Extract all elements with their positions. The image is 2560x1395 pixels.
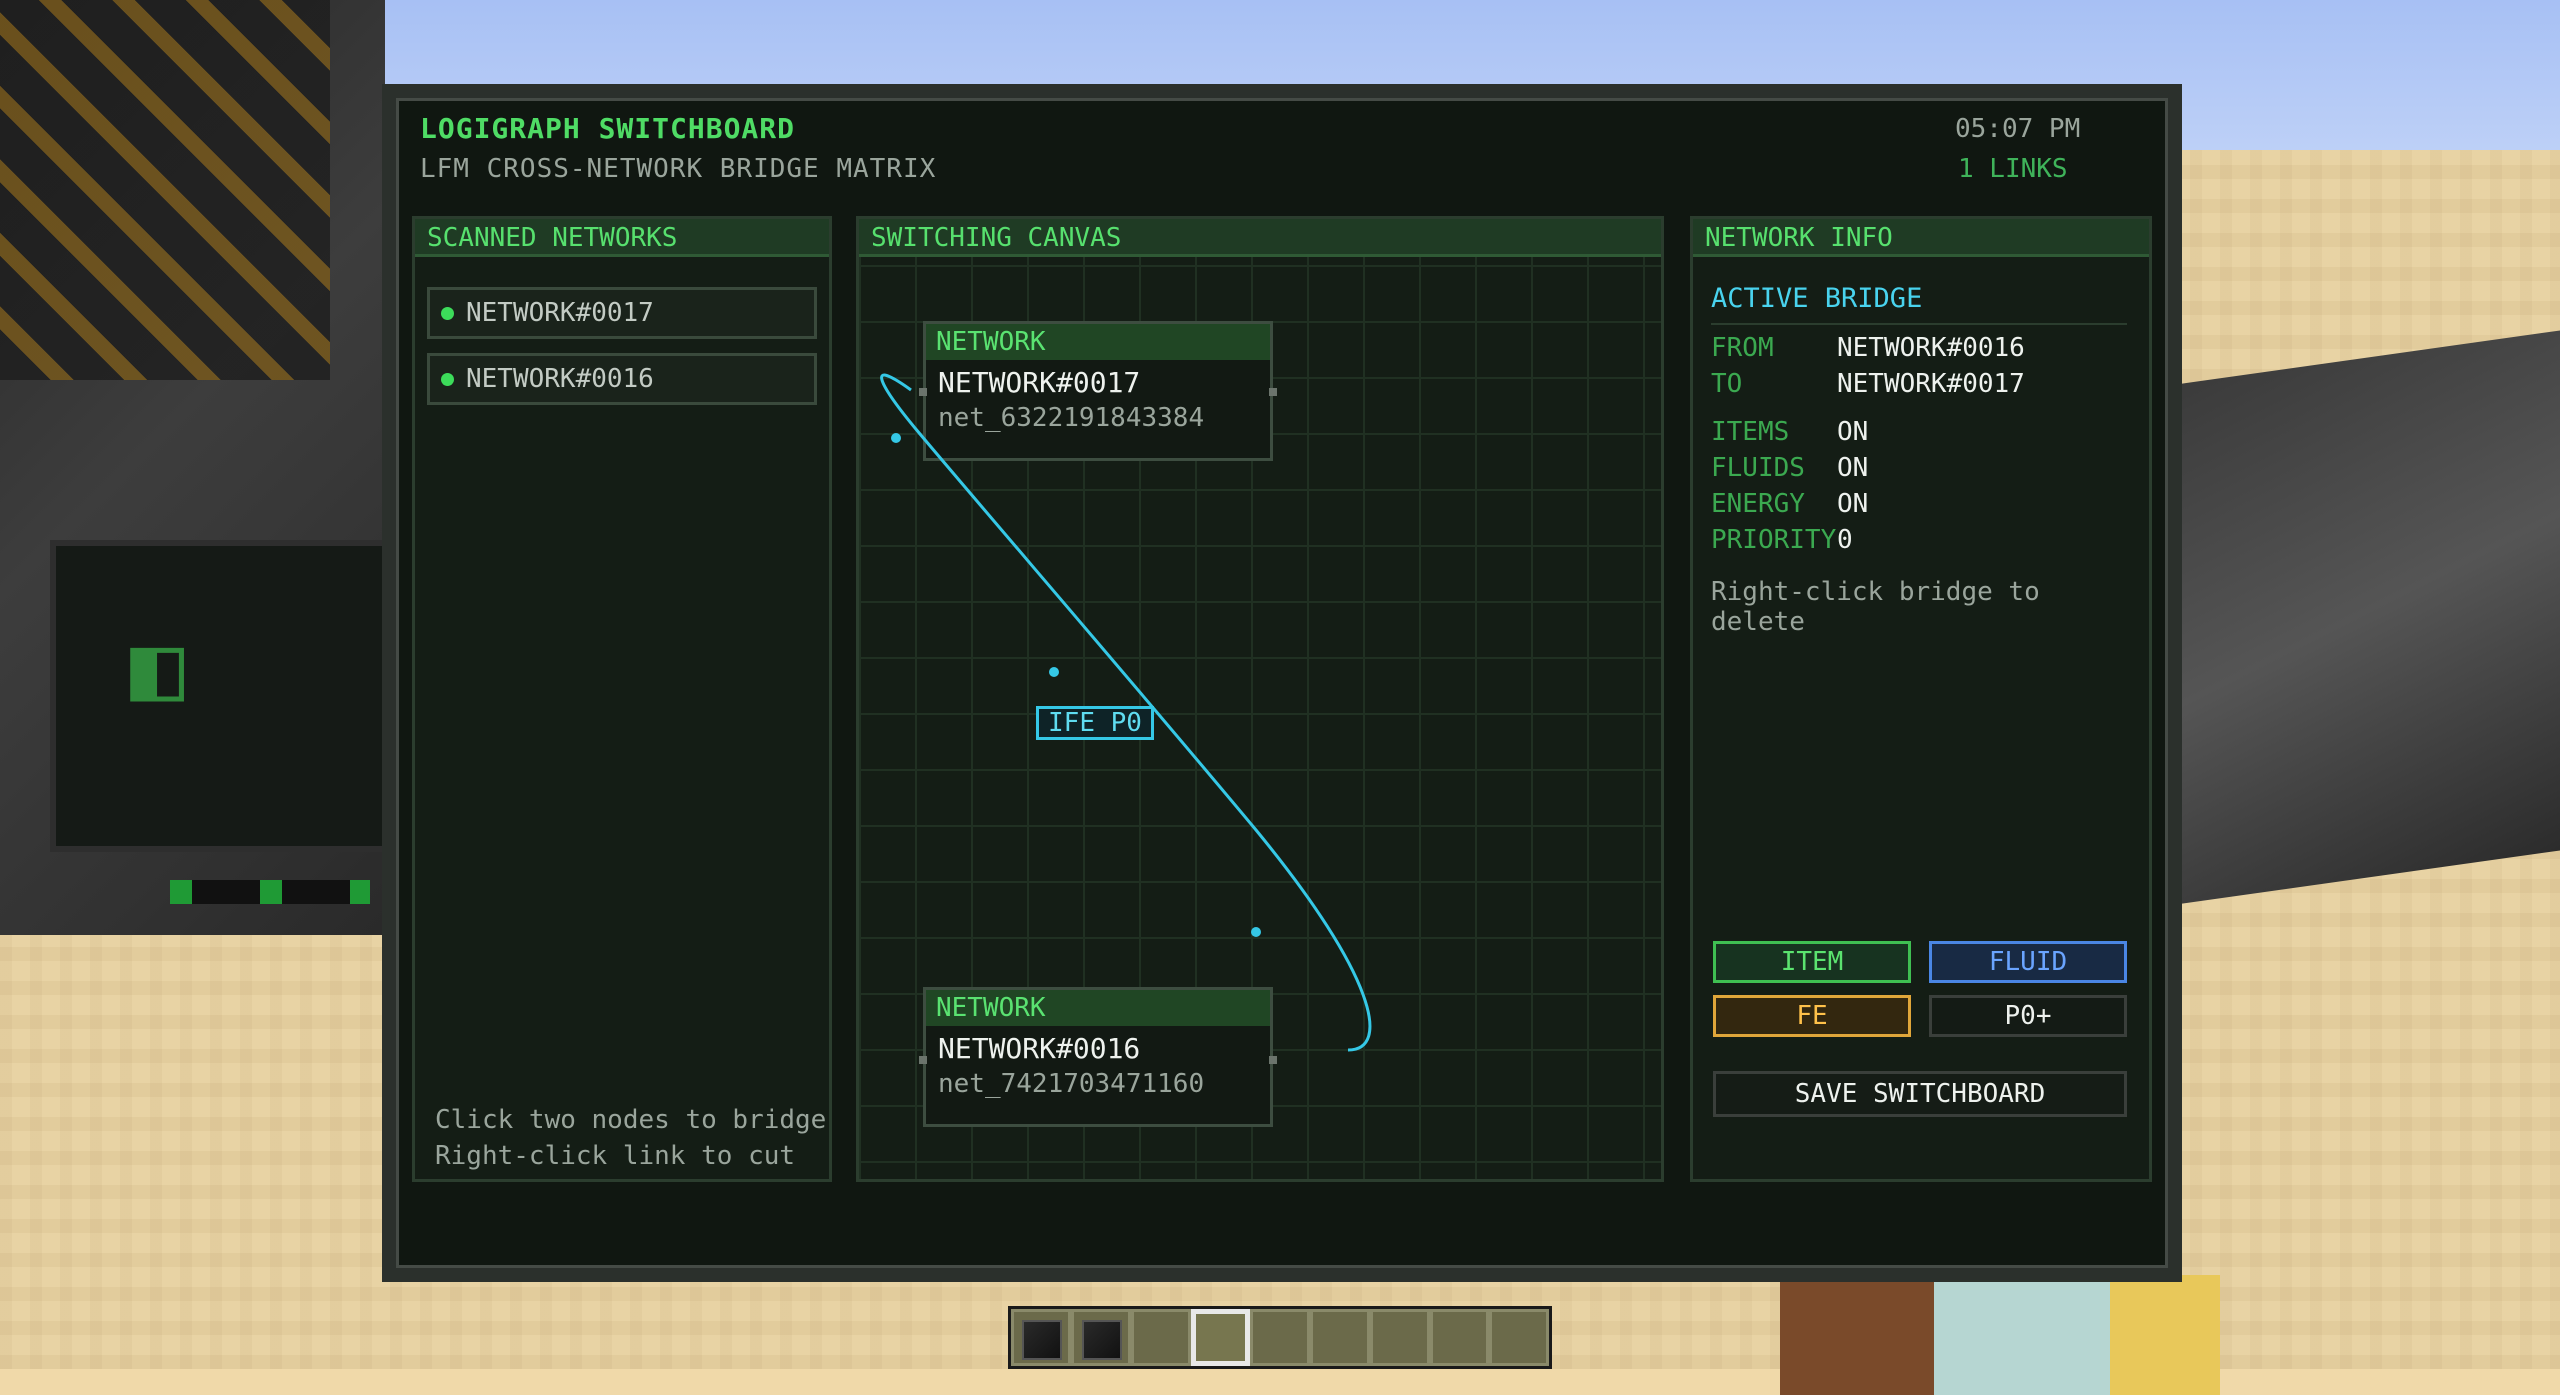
page-subtitle: LFM CROSS-NETWORK BRIDGE MATRIX	[420, 154, 937, 184]
hotbar-slot[interactable]	[1310, 1309, 1370, 1366]
hotbar-slot[interactable]	[1071, 1309, 1131, 1366]
switching-canvas-panel: SWITCHING CANVAS NETWORK NETWORK#0017 ne…	[856, 216, 1664, 1182]
info-row-energy: ENERGY ON	[1711, 489, 1868, 519]
info-key: ITEMS	[1711, 417, 1790, 447]
network-list-item[interactable]: NETWORK#0016	[427, 353, 817, 405]
node-header: NETWORK	[926, 324, 1270, 360]
cut-hint: Right-click link to cut	[435, 1141, 796, 1171]
info-value: 0	[1837, 525, 1853, 555]
info-key: TO	[1711, 369, 1743, 399]
link-count: 1 LINKS	[1958, 154, 2068, 184]
info-value: NETWORK#0017	[1837, 369, 2025, 399]
info-key: ENERGY	[1711, 489, 1805, 519]
node-output-port[interactable]	[1269, 388, 1277, 396]
info-value: NETWORK#0016	[1837, 333, 2025, 363]
info-row-fluids: FLUIDS ON	[1711, 453, 1868, 483]
node-input-port[interactable]	[919, 388, 927, 396]
machine-status-leds	[170, 880, 370, 904]
status-dot-icon	[441, 373, 454, 386]
bridge-hint: Click two nodes to bridge	[435, 1105, 827, 1135]
network-list-item[interactable]: NETWORK#0017	[427, 287, 817, 339]
network-info-heading: NETWORK INFO	[1693, 219, 2149, 257]
hotbar-slot[interactable]	[1429, 1309, 1490, 1366]
logistics-machine-block: ◧	[0, 0, 397, 935]
info-value: ON	[1837, 417, 1869, 447]
info-key: FLUIDS	[1711, 453, 1805, 483]
active-bridge-heading: ACTIVE BRIDGE	[1711, 283, 2127, 325]
node-id: net_6322191843384	[938, 403, 1205, 433]
node-id: net_7421703471160	[938, 1069, 1205, 1099]
hotbar-slot[interactable]	[1131, 1309, 1191, 1366]
machine-block-icon	[1082, 1320, 1122, 1360]
hotbar-slot[interactable]	[1011, 1309, 1071, 1366]
priority-button[interactable]: P0+	[1929, 995, 2127, 1037]
network-info-panel: NETWORK INFO ACTIVE BRIDGE FROM NETWORK#0…	[1690, 216, 2152, 1182]
hotbar-slot-selected[interactable]	[1190, 1309, 1251, 1366]
network-list-label: NETWORK#0017	[466, 298, 654, 328]
delete-hint: Right-click bridge to delete	[1711, 577, 2040, 637]
page-title: LOGIGRAPH SWITCHBOARD	[420, 112, 796, 145]
info-row-items: ITEMS ON	[1711, 417, 1868, 447]
bridge-link-label[interactable]: IFE P0	[1036, 706, 1154, 740]
hotbar-slot[interactable]	[1250, 1309, 1311, 1366]
scanned-networks-panel: SCANNED NETWORKS NETWORK#0017 NETWORK#00…	[412, 216, 832, 1182]
fluid-toggle-button[interactable]: FLUID	[1929, 941, 2127, 983]
machine-logo-icon: ◧	[130, 615, 185, 720]
hotbar	[1008, 1306, 1552, 1369]
machine-block-icon	[1022, 1320, 1062, 1360]
dark-stone-block	[2140, 330, 2560, 910]
item-toggle-button[interactable]: ITEM	[1713, 941, 1911, 983]
energy-toggle-button[interactable]: FE	[1713, 995, 1911, 1037]
node-name: NETWORK#0016	[938, 1032, 1141, 1065]
node-name: NETWORK#0017	[938, 366, 1141, 399]
status-dot-icon	[441, 307, 454, 320]
hotbar-slot[interactable]	[1369, 1309, 1430, 1366]
info-value: ON	[1837, 489, 1869, 519]
clock: 05:07 PM	[1955, 114, 2081, 144]
network-node[interactable]: NETWORK NETWORK#0017 net_6322191843384	[919, 321, 1277, 461]
machine-screen	[50, 540, 397, 852]
save-switchboard-button[interactable]: SAVE SWITCHBOARD	[1713, 1071, 2127, 1117]
info-key: PRIORITY	[1711, 525, 1837, 555]
network-node[interactable]: NETWORK NETWORK#0016 net_7421703471160	[919, 987, 1277, 1127]
switching-canvas-heading: SWITCHING CANVAS	[859, 219, 1661, 257]
hotbar-slot[interactable]	[1489, 1309, 1550, 1366]
node-output-port[interactable]	[1269, 1056, 1277, 1064]
player-hand	[1780, 1275, 2220, 1395]
info-value: ON	[1837, 453, 1869, 483]
info-row-from: FROM NETWORK#0016	[1711, 333, 2025, 363]
info-key: FROM	[1711, 333, 1774, 363]
node-header: NETWORK	[926, 990, 1270, 1026]
info-row-priority: PRIORITY0	[1711, 525, 1853, 555]
node-input-port[interactable]	[919, 1056, 927, 1064]
info-row-to: TO NETWORK#0017	[1711, 369, 2025, 399]
scanned-networks-heading: SCANNED NETWORKS	[415, 219, 829, 257]
hazard-stripes	[0, 0, 330, 380]
network-list-label: NETWORK#0016	[466, 364, 654, 394]
